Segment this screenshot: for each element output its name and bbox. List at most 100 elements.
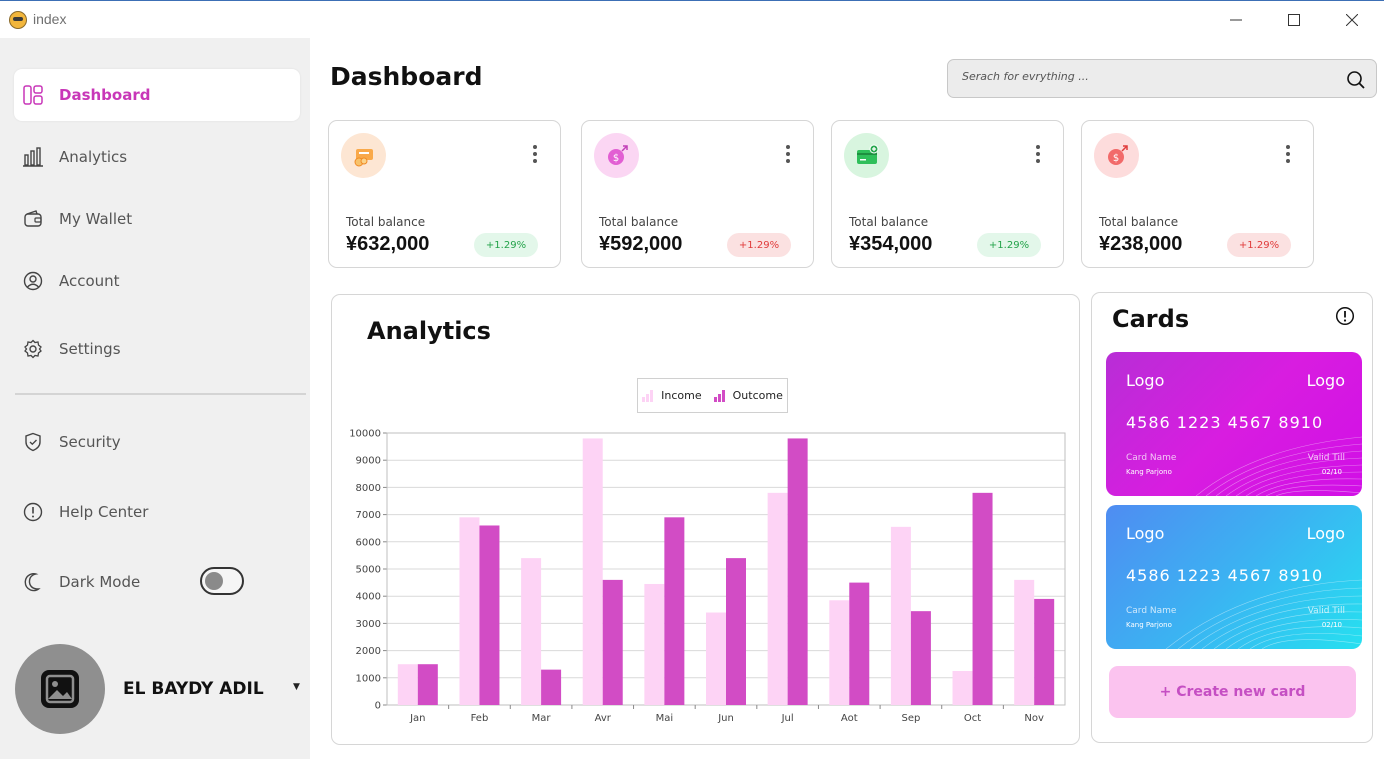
card-number: 4586 1223 4567 8910 [1126,413,1324,432]
sidebar-item-dashboard[interactable]: Dashboard [14,69,300,121]
stat-label: Total balance [1099,215,1179,229]
bar-income-jun [706,612,726,705]
bar-income-nov [1014,579,1035,705]
more-vertical-icon[interactable] [1032,143,1044,165]
stat-card: $ Total balance ¥238,000 +1.29% [1081,120,1314,268]
stat-amount: ¥354,000 [849,233,933,255]
bar-outcome-aot [849,582,870,705]
svg-text:$: $ [1112,153,1118,164]
user-profile[interactable]: EL BAYDY ADIL ▼ [15,644,300,734]
x-tick-label: Nov [1024,713,1044,724]
bar-income-avr [582,438,603,705]
status-badge: +1.29% [977,233,1041,257]
x-tick-label: Aot [841,713,858,724]
avatar[interactable] [15,644,105,734]
search-box[interactable] [947,59,1377,98]
analytics-bar-chart: 0 1000 2000 3000 4000 5000 6000 7000 8000 9000 100… [349,429,1066,724]
x-tick-label: Mai [656,713,674,724]
y-tick-label: 10000 [349,429,381,440]
sidebar-item-analytics[interactable]: Analytics [14,131,300,183]
valid-till-value: 02/10 [1321,621,1342,629]
close-button[interactable] [1323,1,1381,39]
bar-income-feb [459,517,480,705]
card-logo: Logo [1306,371,1345,390]
y-tick-label: 2000 [356,646,381,657]
stat-card: Total balance ¥354,000 +1.29% [831,120,1064,268]
profile-name: EL BAYDY ADIL [123,679,264,699]
main-content: Dashboard Total balance ¥632,000 +1.29% … [310,38,1384,759]
x-tick-label: Mar [532,713,552,724]
valid-till-label: Valid Till [1307,606,1345,616]
y-tick-label: 4000 [356,592,381,603]
sidebar-item-label: Account [59,272,120,290]
y-tick-label: 3000 [356,619,381,630]
sidebar-item-security[interactable]: Security [14,416,300,468]
create-new-card-button[interactable]: + Create new card [1109,666,1356,718]
search-input[interactable] [962,70,1332,83]
y-tick-label: 6000 [356,537,381,548]
sidebar-item-label: Settings [59,340,121,358]
y-tick-label: 1000 [356,673,381,684]
stat-label: Total balance [849,215,929,229]
title-bar: index [0,0,1384,38]
y-tick-label: 8000 [356,483,381,494]
sidebar-item-my-wallet[interactable]: My Wallet [14,193,300,245]
minimize-button[interactable] [1207,1,1265,39]
bar-outcome-jan [417,664,438,705]
sidebar-item-settings[interactable]: Settings [14,323,300,375]
card-logo: Logo [1126,524,1165,543]
bar-outcome-jul [787,438,808,705]
card-logo: Logo [1306,524,1345,543]
bar-outcome-avr [602,579,623,705]
more-vertical-icon[interactable] [529,143,541,165]
sidebar: Dashboard Analytics My Wallet Account Se… [0,38,310,759]
x-tick-label: Feb [471,713,489,724]
moon-icon [23,572,43,592]
sidebar-item-help-center[interactable]: Help Center [14,486,300,538]
cards-title: Cards [1112,305,1190,333]
card-add-icon [844,133,889,178]
legend-item-income[interactable]: Income [642,389,702,402]
window-title: index [33,11,67,27]
legend-item-outcome[interactable]: Outcome [713,389,783,402]
chevron-down-icon[interactable]: ▼ [293,682,300,692]
gear-icon [23,339,43,359]
stat-amount: ¥632,000 [346,233,430,255]
payment-card[interactable]: Logo Logo 4586 1223 4567 8910 Card Name … [1106,352,1362,496]
more-vertical-icon[interactable] [1282,143,1294,165]
sidebar-item-account[interactable]: Account [14,255,300,307]
bar-income-jul [767,492,788,705]
x-tick-label: Jul [781,713,794,724]
sidebar-item-label: Dashboard [59,86,151,104]
analytics-title: Analytics [367,317,491,345]
stat-label: Total balance [346,215,426,229]
bar-outcome-oct [972,492,993,705]
x-tick-label: Sep [901,713,920,724]
dark-mode-toggle[interactable] [200,567,244,595]
sidebar-divider [15,393,306,395]
maximize-button[interactable] [1265,1,1323,39]
card-holder-name: Kang Parjono [1126,468,1172,476]
image-placeholder-icon [41,670,79,708]
bar-outcome-jun [726,558,746,705]
more-vertical-icon[interactable] [782,143,794,165]
stat-label: Total balance [599,215,679,229]
page-title: Dashboard [330,62,483,91]
dashboard-icon [23,85,43,105]
bar-outcome-feb [479,525,500,705]
info-icon [23,502,43,522]
valid-till-label: Valid Till [1307,453,1345,463]
info-icon[interactable] [1335,306,1355,326]
x-tick-label: Jun [717,713,734,724]
bar-income-mai [644,583,665,705]
legend-swatch-income [642,389,654,402]
cards-panel: Cards Logo Logo 4586 1223 4567 8910 Card… [1091,292,1373,743]
stat-card: $ Total balance ¥592,000 +1.29% [581,120,814,268]
x-tick-label: Jan [409,713,425,724]
payment-card[interactable]: Logo Logo 4586 1223 4567 8910 Card Name … [1106,505,1362,649]
y-tick-label: 9000 [356,456,381,467]
wallet-coins-icon [341,133,386,178]
valid-till-value: 02/10 [1321,468,1342,476]
y-tick-label: 0 [375,701,381,712]
search-icon[interactable] [1346,70,1366,90]
